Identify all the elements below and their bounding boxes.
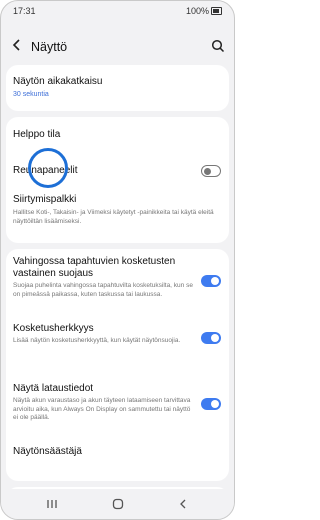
easy-mode-item[interactable]: Helppo tila [6,117,229,149]
screen-timeout-item[interactable]: Näytön aikakatkaisu 30 sekuntia [6,65,229,111]
accidental-touch-item[interactable]: Vahingossa tapahtuvien kosketusten vasta… [6,249,229,311]
battery-status: 100% [186,6,222,16]
charging-info-desc: Näytä akun varaustaso ja akun täyteen la… [13,397,191,421]
recent-apps-icon[interactable] [45,497,59,511]
back-nav-icon[interactable] [176,497,190,511]
accidental-touch-desc: Suojaa puhelinta vahingossa tapahtuvilta… [13,282,193,298]
card-touch-settings: Vahingossa tapahtuvien kosketusten vasta… [6,249,229,481]
toggle-knob [211,277,219,285]
charging-info-label: Näytä lataustiedot [13,383,94,394]
phone-frame: 17:31 100% Näyttö Näytön aikakatkaisu 30… [0,0,235,520]
charging-info-toggle[interactable] [201,398,221,410]
status-bar: 17:31 100% [1,1,234,23]
toggle-knob [211,400,219,408]
navigation-bar-item[interactable]: Siirtymispalkki Hallitse Koti-, Takaisin… [6,189,229,239]
accidental-touch-label: Vahingossa tapahtuvien kosketusten vasta… [13,256,176,279]
edge-panels-toggle[interactable] [201,165,221,177]
highlight-circle [28,148,68,188]
navigation-bar [1,489,234,519]
touch-sensitivity-toggle[interactable] [201,332,221,344]
card-screen-timeout: Näytön aikakatkaisu 30 sekuntia [6,65,229,111]
home-icon[interactable] [111,497,125,511]
battery-icon [211,7,222,15]
status-time: 17:31 [13,6,36,16]
toggle-knob [204,167,211,175]
app-bar: Näyttö [1,31,234,61]
back-arrow-icon[interactable] [9,37,25,53]
charging-info-item[interactable]: Näytä lataustiedot Näytä akun varaustaso… [6,373,229,435]
navigation-bar-desc: Hallitse Koti-, Takaisin- ja Viimeksi kä… [13,209,214,225]
accidental-touch-toggle[interactable] [201,275,221,287]
screen-timeout-label: Näytön aikakatkaisu [13,76,103,87]
easy-mode-label: Helppo tila [13,129,61,140]
navigation-bar-label: Siirtymispalkki [13,194,77,205]
touch-sensitivity-label: Kosketusherkkyys [13,323,94,334]
search-icon[interactable] [210,38,226,54]
toggle-knob [211,334,219,342]
battery-text: 100% [185,6,209,16]
screensaver-label: Näytönsäästäjä [13,446,82,457]
page-title: Näyttö [31,40,68,54]
screensaver-item[interactable]: Näytönsäästäjä [6,437,229,467]
touch-sensitivity-item[interactable]: Kosketusherkkyys Lisää näytön kosketushe… [6,317,229,359]
screen-timeout-value: 30 sekuntia [13,91,49,98]
touch-sensitivity-desc: Lisää näytön kosketusherkkyyttä, kun käy… [13,337,181,344]
